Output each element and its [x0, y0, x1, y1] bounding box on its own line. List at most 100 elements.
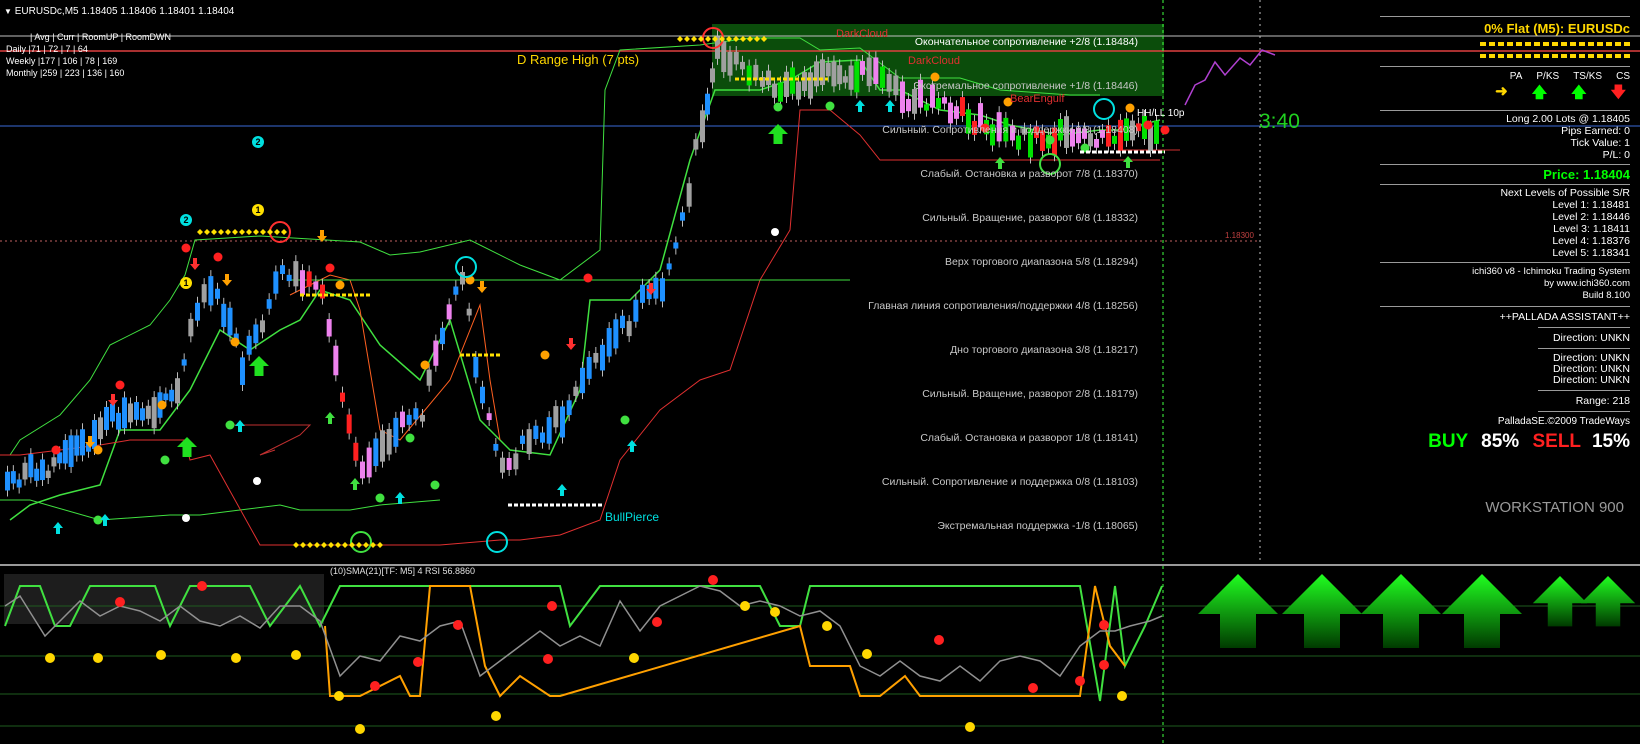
- candle-body: [74, 435, 80, 456]
- small-down-arrow-icon: [477, 281, 487, 293]
- ichi-name: ichi360 v8 - Ichimoku Trading System: [1472, 266, 1630, 277]
- candle-body: [340, 392, 345, 402]
- signal-dot-icon: [773, 102, 783, 112]
- candle-body: [924, 104, 929, 111]
- candle-body: [960, 97, 965, 116]
- sub-signal-dot-icon: [652, 617, 662, 627]
- murrey-level-label: Сильный. Вращение, разворот 2/8 (1.18179…: [922, 388, 1138, 400]
- candle-body: [653, 277, 659, 299]
- signal-circle-icon: [1093, 98, 1115, 120]
- small-up-arrow-icon: [100, 514, 110, 526]
- diamond-marker-icon: [267, 229, 273, 235]
- bearengulf-label: BearEngulf: [1010, 93, 1065, 105]
- sub-signal-dot-icon: [334, 691, 344, 701]
- diamond-marker-icon: [225, 229, 231, 235]
- diamond-marker-icon: [342, 542, 348, 548]
- diamond-marker-icon: [218, 229, 224, 235]
- small-down-arrow-icon: [222, 274, 232, 286]
- sub-signal-dot-icon: [770, 607, 780, 617]
- candle-body: [626, 321, 632, 337]
- diamond-marker-icon: [232, 229, 238, 235]
- candle-body: [34, 468, 40, 481]
- rsi-indicator-window[interactable]: [0, 566, 1640, 744]
- marker-two-icon: 2: [180, 214, 192, 226]
- pallada-copyright: PalladaSE.©2009 TradeWays: [1497, 416, 1630, 427]
- signal-dot-icon: [1143, 120, 1153, 130]
- candle-body: [790, 67, 795, 94]
- murrey-level-label: Сильный. Сопротивление и поддержка 0/8 (…: [881, 476, 1138, 488]
- candle-timer: 3:40: [1259, 110, 1300, 133]
- candle-body: [1016, 135, 1021, 150]
- arrow-up-icon: 🡅: [1531, 84, 1548, 101]
- sub-signal-dot-icon: [543, 654, 553, 664]
- small-up-arrow-icon: [1123, 156, 1133, 168]
- ichi-url: by www.ichi360.com: [1543, 278, 1630, 289]
- triangle-icon: ▼: [4, 7, 12, 16]
- signal-dot-icon: [230, 337, 240, 347]
- ichi-build: Build 8.100: [1582, 290, 1630, 301]
- info-panel: 0% Flat (M5): EURUSDc PA P/KS TS/KS CS ➜…: [1378, 16, 1630, 516]
- small-up-arrow-icon: [325, 412, 335, 424]
- candle-body: [886, 74, 892, 92]
- candle-body: [900, 81, 905, 113]
- candle-body: [842, 76, 848, 83]
- diamond-marker-icon: [328, 542, 334, 548]
- candle-body: [1094, 139, 1099, 148]
- candle-body: [260, 320, 265, 333]
- candle-body: [825, 62, 831, 77]
- candle-body: [778, 82, 783, 102]
- candle-body: [746, 65, 752, 86]
- candle-body: [240, 357, 245, 385]
- quote-label: 1.18405 1.18406 1.18401 1.18404: [81, 6, 235, 17]
- signal-dot-icon: [181, 243, 191, 253]
- candle-body: [128, 403, 133, 423]
- sub-signal-dot-icon: [115, 597, 125, 607]
- sub-signal-dot-icon: [453, 620, 463, 630]
- col-cs: CS: [1616, 71, 1630, 82]
- candle-body: [413, 408, 419, 420]
- chart-header: ▼ EURUSDc,M5 1.18405 1.18406 1.18401 1.1…: [4, 6, 234, 17]
- signal-arrows: ➜ 🡅 🡅 🡇: [1378, 82, 1626, 107]
- candle-body: [201, 284, 207, 303]
- murrey-level-label: Сильный. Сопротивления и поддержки 8/8 (…: [882, 124, 1138, 136]
- sub-signal-dot-icon: [1075, 676, 1085, 686]
- candle-body: [566, 400, 572, 416]
- marker-two-icon: 2: [252, 136, 264, 148]
- candle-body: [802, 72, 807, 92]
- diamond-marker-icon: [253, 229, 259, 235]
- candle-body: [80, 429, 85, 456]
- candle-body: [426, 369, 432, 386]
- candle-body: [163, 393, 169, 401]
- candle-body: [784, 71, 789, 97]
- white-dot-icon: [182, 514, 190, 522]
- signal-columns: PA P/KS TS/KS CS: [1378, 71, 1630, 82]
- small-up-arrow-icon: [350, 478, 360, 490]
- sr-level: Level 3: 1.18411: [1553, 223, 1630, 235]
- candle-body: [400, 411, 405, 428]
- trade-tick: Tick Value: 1: [1570, 137, 1630, 149]
- sub-signal-dot-icon: [156, 650, 166, 660]
- diamond-marker-icon: [274, 229, 280, 235]
- candle-body: [227, 307, 233, 336]
- candle-body: [62, 440, 68, 464]
- col-tsks: TS/KS: [1573, 71, 1603, 82]
- green-channel-lower: [0, 499, 441, 521]
- candle-body: [215, 288, 220, 299]
- diamond-marker-icon: [293, 542, 299, 548]
- signal-dot-icon: [620, 415, 630, 425]
- diamond-marker-icon: [211, 229, 217, 235]
- pip-stats: | Avg | Curr | RoomUP | RoomDWN Daily |7…: [6, 31, 171, 79]
- candle-body: [705, 93, 710, 115]
- candle-body: [360, 461, 365, 479]
- trade-pl: P/L: 0: [1602, 149, 1630, 161]
- signal-dot-icon: [540, 350, 550, 360]
- candle-body: [866, 57, 872, 87]
- forecast-line: [1184, 49, 1276, 106]
- candle-body: [533, 425, 539, 439]
- diamond-marker-icon: [356, 542, 362, 548]
- marker-one-icon: 1: [252, 204, 264, 216]
- signal-dot-icon: [51, 445, 61, 455]
- signal-dot-icon: [825, 101, 835, 111]
- small-up-arrow-icon: [855, 100, 865, 112]
- small-up-arrow-icon: [885, 100, 895, 112]
